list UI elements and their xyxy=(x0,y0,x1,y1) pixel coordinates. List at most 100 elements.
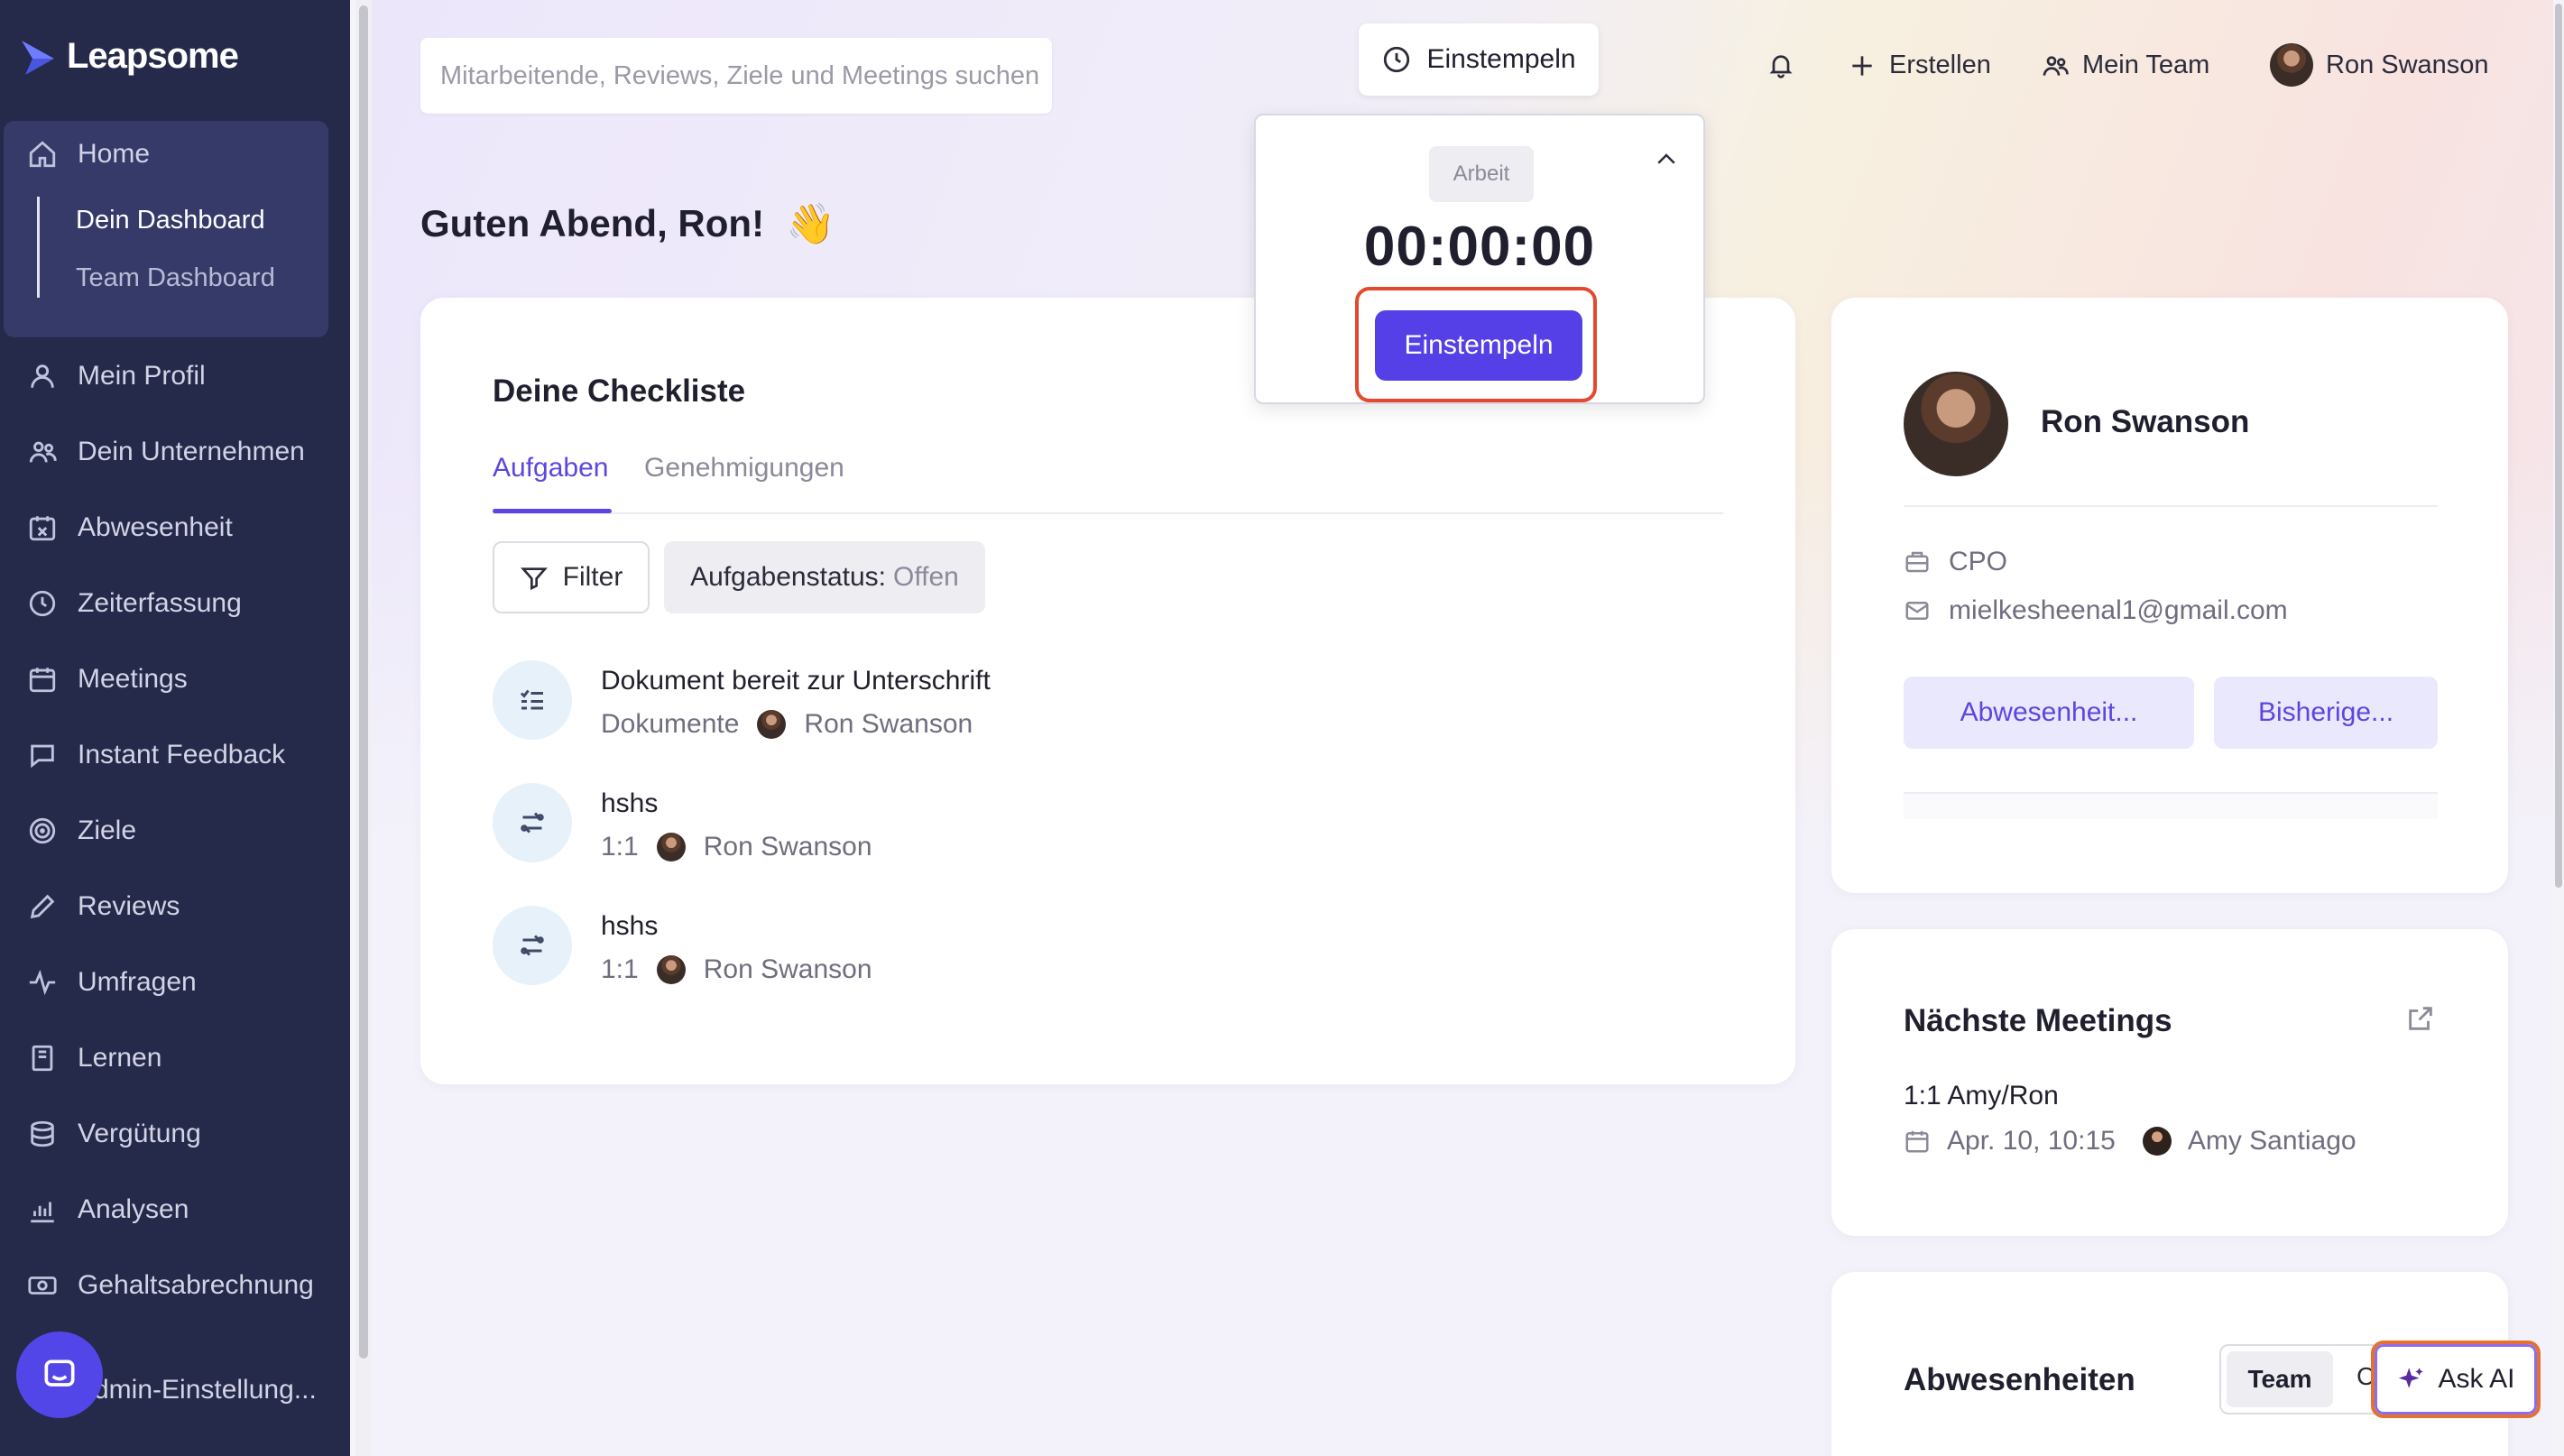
history-button[interactable]: Bisherige... xyxy=(2214,677,2438,749)
sidebar: Leapsome Home Dein Dashboard Team Dashbo… xyxy=(0,0,350,1456)
sidebar-item-label: Analysen xyxy=(78,1194,189,1224)
filter-icon xyxy=(520,567,548,591)
pencil-icon xyxy=(30,894,55,919)
sidebar-item-lernen[interactable]: Lernen xyxy=(27,1043,161,1074)
external-link-icon[interactable] xyxy=(2405,1003,2436,1034)
avatar xyxy=(2270,43,2313,87)
app-name: Leapsome xyxy=(67,36,239,76)
profile-role: CPO xyxy=(1904,547,2007,577)
coins-icon xyxy=(31,1120,54,1147)
task-person: Ron Swanson xyxy=(804,709,973,739)
sidebar-item-label: Reviews xyxy=(78,891,180,921)
sidebar-item-umfragen[interactable]: Umfragen xyxy=(27,967,197,998)
sidebar-item-analysen[interactable]: Analysen xyxy=(27,1194,189,1225)
sparkle-icon xyxy=(2399,1368,2424,1388)
tabs-divider xyxy=(493,512,1723,514)
meeting-person: Amy Santiago xyxy=(2187,1126,2356,1156)
sidebar-item-home[interactable]: Home xyxy=(27,139,150,170)
sidebar-item-vergütung[interactable]: Vergütung xyxy=(27,1119,201,1149)
create-button[interactable]: Erstellen xyxy=(1848,51,1991,80)
active-tab-indicator xyxy=(493,509,612,513)
filter-button[interactable]: Filter xyxy=(493,541,650,613)
task-person: Ron Swanson xyxy=(703,832,872,862)
sidebar-item-meetings[interactable]: Meetings xyxy=(27,664,188,695)
app-logo[interactable]: Leapsome xyxy=(20,36,239,77)
search-input[interactable]: Mitarbeitende, Reviews, Ziele und Meetin… xyxy=(420,38,1052,114)
chevron-up-icon[interactable] xyxy=(1653,146,1680,173)
clock-in-toggle-button[interactable]: Einstempeln xyxy=(1359,23,1599,96)
sidebar-item-gehaltsabrechnung[interactable]: Gehaltsabrechnung xyxy=(27,1270,314,1301)
my-team-button[interactable]: Mein Team xyxy=(2041,51,2209,80)
sidebar-item-label: Home xyxy=(78,139,151,169)
sub-nav-rail xyxy=(37,197,40,298)
profile-name[interactable]: Ron Swanson xyxy=(2041,404,2249,440)
sidebar-item-zeiterfassung[interactable]: Zeiterfassung xyxy=(27,588,242,619)
greeting: Guten Abend, Ron! 👋 xyxy=(420,200,835,247)
one-on-one-icon xyxy=(521,935,544,956)
wave-emoji-icon: 👋 xyxy=(786,202,835,246)
sidebar-item-label: Meetings xyxy=(78,664,188,694)
user-icon xyxy=(31,364,54,388)
sidebar-item-label: Zeiterfassung xyxy=(78,588,242,618)
calendar-icon xyxy=(29,668,56,693)
avatar[interactable] xyxy=(1904,372,2008,476)
profile-email: mielkesheenal1@gmail.com xyxy=(1904,595,2288,626)
list-item[interactable]: hshs 1:1 Ron Swanson xyxy=(493,783,872,862)
ask-ai-button[interactable]: Ask AI xyxy=(2371,1341,2541,1418)
plus-icon xyxy=(1852,55,1872,76)
checklist-card: Deine Checkliste Aufgaben Genehmigungen … xyxy=(420,298,1795,1084)
meeting-date: Apr. 10, 10:15 xyxy=(1947,1126,2116,1156)
notifications-button[interactable] xyxy=(1766,51,1795,79)
calendar-icon xyxy=(1905,1130,1929,1153)
list-item[interactable]: hshs 1:1 Ron Swanson xyxy=(493,906,872,985)
absence-button[interactable]: Abwesenheit... xyxy=(1904,677,2194,749)
sidebar-item-mein-profil[interactable]: Mein Profil xyxy=(27,361,206,392)
task-category: 1:1 xyxy=(601,954,639,984)
sidebar-item-ziele[interactable]: Ziele xyxy=(27,816,136,846)
task-category: Dokumente xyxy=(601,709,740,739)
tab-aufgaben[interactable]: Aufgaben xyxy=(493,453,608,484)
chat-bubble-icon xyxy=(44,1359,75,1387)
avatar xyxy=(656,833,686,862)
bell-icon xyxy=(1769,55,1793,78)
sidebar-subitem-dein-dashboard[interactable]: Dein Dashboard xyxy=(76,206,265,235)
segment-team[interactable]: Team xyxy=(2227,1351,2333,1407)
list-item[interactable]: Dokument bereit zur Unterschrift Dokumen… xyxy=(493,660,991,740)
home-icon xyxy=(29,141,56,168)
chat-icon xyxy=(31,744,54,769)
sidebar-item-abwesenheit[interactable]: Abwesenheit xyxy=(27,512,233,543)
user-menu-button[interactable]: Ron Swanson xyxy=(2270,43,2489,87)
support-chat-button[interactable] xyxy=(16,1332,103,1418)
sidebar-item-label: Gehaltsabrechnung xyxy=(78,1270,314,1300)
clock-icon xyxy=(1384,46,1410,73)
work-type-tag[interactable]: Arbeit xyxy=(1429,146,1534,202)
absences-title: Abwesenheiten xyxy=(1904,1362,2135,1397)
sidebar-item-admin[interactable]: dmin-Einstellung... xyxy=(94,1375,317,1405)
highlight-outline xyxy=(1355,287,1597,402)
meetings-card: Nächste Meetings 1:1 Amy/Ron Apr. 10, 10… xyxy=(1831,929,2508,1236)
avatar xyxy=(656,955,686,984)
task-title: hshs xyxy=(601,788,659,818)
checklist-title: Deine Checkliste xyxy=(493,373,746,409)
sidebar-subitem-team-dashboard[interactable]: Team Dashboard xyxy=(76,263,275,293)
sidebar-item-instant-feedback[interactable]: Instant Feedback xyxy=(27,740,285,770)
task-category: 1:1 xyxy=(601,832,639,862)
sidebar-item-label: Ziele xyxy=(78,816,137,845)
tab-genehmigungen[interactable]: Genehmigungen xyxy=(644,453,844,484)
sidebar-item-label: Abwesenheit xyxy=(78,512,233,542)
team-icon xyxy=(2043,55,2069,76)
one-on-one-icon xyxy=(521,812,544,834)
book-icon xyxy=(32,1045,53,1072)
chart-icon xyxy=(31,1202,54,1223)
page-scrollbar[interactable] xyxy=(2553,0,2564,1456)
sidebar-item-reviews[interactable]: Reviews xyxy=(27,891,180,922)
sidebar-scrollbar[interactable] xyxy=(355,0,372,1456)
users-icon xyxy=(29,441,57,463)
task-title: Dokument bereit zur Unterschrift xyxy=(601,666,991,696)
target-icon xyxy=(29,817,56,844)
task-status-filter[interactable]: Aufgabenstatus: Offen xyxy=(664,541,985,613)
meeting-title[interactable]: 1:1 Amy/Ron xyxy=(1904,1081,2059,1111)
sidebar-item-label: Instant Feedback xyxy=(78,740,286,769)
sidebar-item-dein-unternehmen[interactable]: Dein Unternehmen xyxy=(27,437,305,467)
mail-icon xyxy=(1905,602,1929,620)
